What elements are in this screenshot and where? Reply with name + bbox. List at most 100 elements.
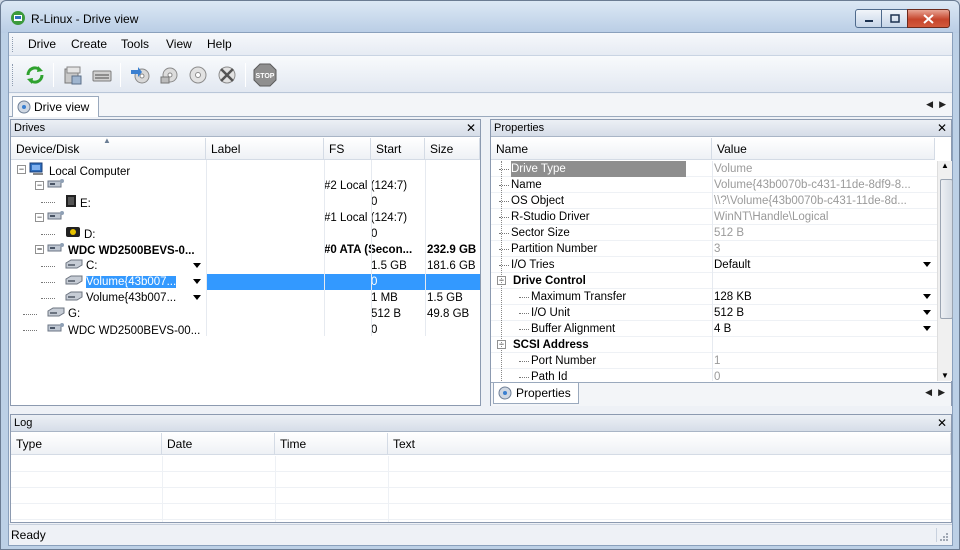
tree-collapse-icon[interactable]: − xyxy=(35,245,44,254)
drive-tree-row[interactable]: − WDC WD2500BEVS-0... #0 ATA (Secon... 232.… xyxy=(11,242,480,258)
chevron-down-icon[interactable] xyxy=(191,290,203,306)
property-name: OS Object xyxy=(511,195,565,207)
tab-scroll-left-icon[interactable]: ◀ xyxy=(926,99,933,110)
chevron-down-icon[interactable] xyxy=(923,294,931,299)
column-date[interactable]: Date xyxy=(162,433,275,455)
open-image-button[interactable] xyxy=(156,62,182,88)
drive-tree-row[interactable]: Volume{43b007... 1 MB 1.5 GB xyxy=(11,290,480,306)
refresh-button[interactable] xyxy=(22,62,48,88)
tree-collapse-icon[interactable]: − xyxy=(17,165,26,174)
drive-tree-row[interactable]: WDC WD2500BEVS-00... 0 xyxy=(11,322,480,338)
drive-device-cell: C: xyxy=(65,258,201,274)
drive-device-label: Local Computer xyxy=(49,165,131,178)
property-value[interactable]: Default xyxy=(714,257,934,273)
property-row[interactable]: R-Studio Driver WinNT\Handle\Logical xyxy=(491,209,937,225)
create-image-button[interactable] xyxy=(127,62,153,88)
column-device-disk[interactable]: Device/Disk ▲ xyxy=(11,138,206,160)
drive-device-label: Volume{43b007... xyxy=(86,292,177,305)
chevron-down-icon[interactable] xyxy=(191,258,203,274)
volume-icon xyxy=(65,274,83,290)
column-type[interactable]: Type xyxy=(11,433,162,455)
property-row[interactable]: OS Object \\?\Volume{43b0070b-c431-11de-8… xyxy=(491,193,937,209)
column-start[interactable]: Start xyxy=(371,138,425,160)
property-section[interactable]: − SCSI Address xyxy=(491,337,937,353)
chevron-down-icon[interactable] xyxy=(923,262,931,267)
drive-tree-row[interactable]: − #1 Local (124:7) xyxy=(11,210,480,226)
drive-start-cell xyxy=(371,162,425,178)
drive-size-cell xyxy=(425,226,480,242)
chevron-down-icon[interactable] xyxy=(923,310,931,315)
drive-size-cell xyxy=(425,322,480,338)
menu-view[interactable]: View xyxy=(166,37,192,51)
drive-tree-row[interactable]: D: 0 xyxy=(11,226,480,242)
drive-device-cell: G: xyxy=(47,306,201,322)
property-row[interactable]: Name Volume{43b0070b-c431-11de-8df9-8... xyxy=(491,177,937,193)
tab-scroll-right-icon[interactable]: ▶ xyxy=(939,99,946,110)
drive-tree-row[interactable]: E: 0 xyxy=(11,194,480,210)
properties-scrollbar[interactable]: ▲ ▼ xyxy=(937,161,953,381)
column-time[interactable]: Time xyxy=(275,433,388,455)
menu-tools[interactable]: Tools xyxy=(121,37,149,51)
drive-label-cell xyxy=(206,322,324,338)
property-value[interactable]: 4 B xyxy=(714,321,934,337)
column-type-label: Type xyxy=(16,437,43,451)
scroll-thumb[interactable] xyxy=(940,179,953,319)
remove-button[interactable] xyxy=(214,62,240,88)
property-section[interactable]: − Drive Control xyxy=(491,273,937,289)
property-row[interactable]: Path Id 0 xyxy=(491,369,937,381)
property-row[interactable]: I/O Unit 512 B xyxy=(491,305,937,321)
title-bar[interactable]: R-Linux - Drive view xyxy=(1,1,959,33)
properties-panel-close-icon[interactable]: ✕ xyxy=(937,120,947,137)
drive-fs-cell: #0 ATA (Secon... xyxy=(324,244,413,256)
open-drive-files-button[interactable] xyxy=(60,62,86,88)
property-row[interactable]: Buffer Alignment 4 B xyxy=(491,321,937,337)
tab-properties[interactable]: Properties xyxy=(493,383,579,404)
menu-help[interactable]: Help xyxy=(207,37,232,51)
property-name: R-Studio Driver xyxy=(511,211,590,223)
log-panel-close-icon[interactable]: ✕ xyxy=(937,415,947,432)
scroll-up-icon[interactable]: ▲ xyxy=(941,161,949,170)
column-size[interactable]: Size xyxy=(425,138,480,160)
drives-panel-close-icon[interactable]: ✕ xyxy=(466,120,476,137)
column-value[interactable]: Value xyxy=(712,138,935,160)
property-row[interactable]: I/O Tries Default xyxy=(491,257,937,273)
property-row[interactable]: Sector Size 512 B xyxy=(491,225,937,241)
menu-create[interactable]: Create xyxy=(71,37,107,51)
column-name[interactable]: Name xyxy=(491,138,712,160)
drive-device-cell: D: xyxy=(65,226,201,242)
maximize-button[interactable] xyxy=(881,9,908,28)
create-region-button[interactable] xyxy=(185,62,211,88)
property-value[interactable]: 128 KB xyxy=(714,289,934,305)
property-row[interactable]: Drive Type Volume xyxy=(491,161,937,177)
chevron-down-icon[interactable] xyxy=(191,274,203,290)
menu-drive[interactable]: Drive xyxy=(28,37,56,51)
drive-tree-row[interactable]: − Local Computer xyxy=(11,162,480,178)
drive-tree-row[interactable]: Volume{43b007... 0 xyxy=(11,274,480,290)
tree-collapse-icon[interactable]: − xyxy=(35,181,44,190)
property-row[interactable]: Maximum Transfer 128 KB xyxy=(491,289,937,305)
scroll-down-icon[interactable]: ▼ xyxy=(941,371,949,380)
tree-collapse-icon[interactable]: − xyxy=(35,213,44,222)
scan-button[interactable] xyxy=(89,62,115,88)
drive-tree-row[interactable]: G: 512 B 49.8 GB xyxy=(11,306,480,322)
column-label[interactable]: Label xyxy=(206,138,324,160)
drive-tree-row[interactable]: C: 1.5 GB 181.6 GB xyxy=(11,258,480,274)
stop-button[interactable]: STOP xyxy=(252,62,278,88)
tab-drive-view[interactable]: Drive view xyxy=(12,96,99,117)
property-value[interactable]: 512 B xyxy=(714,305,934,321)
drive-start-cell: 0 xyxy=(371,324,378,336)
chevron-down-icon[interactable] xyxy=(923,326,931,331)
properties-tab-scroll-left-icon[interactable]: ◀ xyxy=(925,387,932,398)
properties-tab-scroll-right-icon[interactable]: ▶ xyxy=(938,387,945,398)
property-row[interactable]: Port Number 1 xyxy=(491,353,937,369)
column-text[interactable]: Text xyxy=(388,433,951,455)
property-name: Sector Size xyxy=(511,227,570,239)
column-fs[interactable]: FS xyxy=(324,138,371,160)
size-grip-icon[interactable] xyxy=(936,528,950,542)
property-row[interactable]: Partition Number 3 xyxy=(491,241,937,257)
hard-disk-icon xyxy=(47,178,65,194)
column-fs-label: FS xyxy=(329,142,345,156)
close-button[interactable] xyxy=(907,9,950,28)
drive-tree-row[interactable]: − #2 Local (124:7) xyxy=(11,178,480,194)
minimize-button[interactable] xyxy=(855,9,882,28)
